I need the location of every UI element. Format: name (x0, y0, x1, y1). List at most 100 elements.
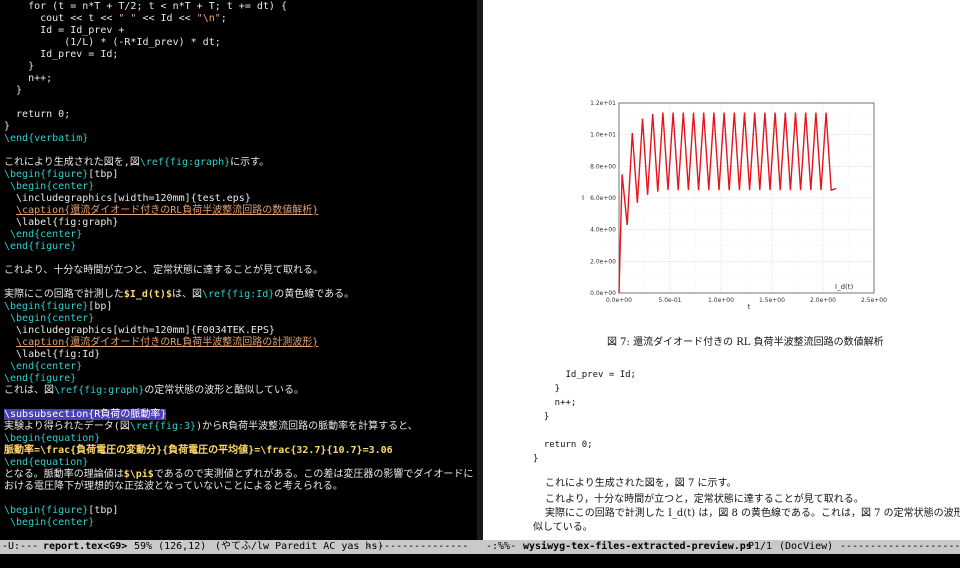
editor-line[interactable]: \end{center} (4, 361, 82, 373)
editor-line[interactable]: これにより生成された図を,図\ref{fig:graph}に示す。 (4, 157, 269, 169)
editor-text-segment: } (4, 85, 23, 96)
editor-line[interactable]: \caption{還流ダイオード付きのRL負荷半波整流回路の計測波形} (4, 337, 318, 349)
editor-text-segment: となる。脈動率の理論値は (4, 469, 124, 480)
editor-line[interactable]: \begin{center} (4, 181, 94, 193)
editor-line[interactable]: \end{verbatim} (4, 133, 88, 145)
left-modes[interactable]: (やてふ/lw Paredit AC yas hs) (215, 540, 383, 554)
left-position: 59% (126,12) (134, 541, 207, 552)
editor-line[interactable]: (1/L) * (-R*Id_prev) * dt; (4, 37, 221, 49)
doc-code-line: return 0; (533, 440, 593, 450)
editor-text-segment: cout << t << (4, 13, 119, 24)
editor-text-segment: \begin{center} (4, 313, 95, 324)
editor-text-segment: "\n" (196, 13, 221, 24)
editor-line[interactable]: } (4, 85, 22, 97)
editor-text-segment: \caption{還流ダイオード付きのRL負荷半波整流回路の計測波形} (16, 337, 319, 348)
editor-line[interactable]: n++; (4, 73, 52, 85)
editor-line[interactable]: \end{equation} (4, 457, 88, 469)
editor-line[interactable]: \begin{equation} (4, 433, 100, 445)
y-tick-label: 6.0e+00 (590, 195, 616, 202)
editor-line[interactable]: となる。脈動率の理論値は$\pi$であるので実測値とずれがある。この差は変圧器の… (4, 469, 473, 481)
editor-text-segment: [bp] (88, 301, 113, 312)
editor-text-segment: \end{figure} (4, 241, 77, 252)
editor-text-segment: 実際にこの回路で計測した (4, 289, 124, 300)
editor-line[interactable]: Id = Id_prev + (4, 25, 124, 37)
doc-body-line: これより，十分な時間が立つと，定常状態に達することが見て取れる。 (545, 494, 864, 505)
editor-line[interactable]: \includegraphics[width=120mm]{test.eps} (4, 193, 251, 205)
y-axis-label: I (582, 194, 584, 202)
editor-text-segment: \includegraphics[width=120mm]{F0034TEK.E… (4, 325, 275, 336)
editor-line[interactable]: cout << t << " " << Id << "\n"; (4, 13, 227, 25)
editor-text-segment: [tbp] (88, 169, 119, 180)
editor-text-segment: } (4, 61, 35, 72)
editor-text-segment: \end{figure} (4, 373, 77, 384)
editor-line[interactable]: for (t = n*T + T/2; t < n*T + T; t += dt… (4, 1, 287, 13)
editor-line[interactable]: 実際にこの回路で計測した$I_d(t)$は、図\ref{fig:Id}の黄色線で… (4, 289, 354, 301)
editor-line[interactable]: \end{figure} (4, 241, 76, 253)
right-buffer-name[interactable]: wysiwyg-tex-files-extracted-preview.ps (523, 540, 752, 554)
left-buffer-name[interactable]: report.tex<G9> (43, 540, 127, 554)
editor-line[interactable]: \subsubsection{R負荷の脈動率} (4, 409, 167, 421)
editor-line[interactable]: \begin{figure}[tbp] (4, 505, 118, 517)
chart-grid (618, 102, 875, 294)
editor-text-segment: ; (220, 13, 227, 24)
x-tick-label: 2.0e+00 (810, 297, 836, 304)
editor-line[interactable]: おける電圧降下が理想的な正弦波となっていないことによると考えられる。 (4, 481, 343, 493)
right-status: -:%%- (486, 541, 517, 552)
editor-text-segment: であるので実測値とずれがある。この差は変圧器の影響でダイオードに (153, 469, 474, 480)
editor-text-segment: \end{center} (4, 361, 83, 372)
editor-text-segment: } (4, 121, 11, 132)
editor-text-segment: に示す。 (230, 157, 270, 168)
editor-line[interactable]: \label{fig:graph} (4, 217, 118, 229)
editor-text-segment: \ref{fig:3} (129, 421, 197, 432)
editor-line[interactable]: 脈動率=\frac{負荷電圧の変動分}{負荷電圧の平均値}=\frac{32.7… (4, 445, 393, 457)
editor-line[interactable]: \label{fig:Id} (4, 349, 100, 361)
left-status: -U:--- (2, 541, 39, 552)
chart-ticks: 0.0e+00 5.0e-01 1.0e+00 1.5e+00 2.0e+00 2.5e+… (590, 100, 887, 304)
x-tick-label: 1.0e+00 (708, 297, 734, 304)
y-tick-label: 1.0e+01 (590, 132, 616, 139)
editor-line[interactable]: 実験より得られたデータ(図\ref{fig:3})からR負荷半波整流回路の脈動率… (4, 421, 418, 433)
doc-code-line: n++; (533, 398, 577, 408)
editor-line[interactable]: \end{center} (4, 229, 82, 241)
right-modes[interactable]: (DocView) (779, 540, 833, 554)
x-tick-label: 1.5e+00 (759, 297, 785, 304)
editor-line[interactable]: \begin{figure}[tbp] (4, 169, 118, 181)
editor-line[interactable]: これより、十分な時間が立つと、定常状態に達することが見て取れる。 (4, 265, 323, 277)
editor-text-segment: $\pi$ (123, 469, 154, 480)
editor-line[interactable]: \includegraphics[width=120mm]{F0034TEK.E… (4, 325, 275, 337)
editor-text-segment: \ref{fig:graph} (54, 385, 145, 396)
editor-text-segment: \begin{equation} (4, 433, 101, 444)
doc-body-line: これにより生成された図を，図 7 に示す。 (545, 478, 737, 489)
editor-text-segment: return 0; (4, 109, 71, 120)
editor-line[interactable]: これは、図\ref{fig:graph}の定常状態の波形と酷似している。 (4, 385, 304, 397)
editor-line[interactable]: \caption{還流ダイオード付きのRL負荷半波整流回路の数値解析} (4, 205, 318, 217)
editor-text-segment (4, 205, 16, 216)
y-tick-label: 0.0e+00 (590, 290, 616, 297)
editor-text-segment: これにより生成された図を,図 (4, 157, 140, 168)
x-tick-label: 5.0e-01 (658, 297, 681, 304)
editor-line[interactable]: \begin{center} (4, 517, 94, 529)
editor-text-segment: \label{fig:Id} (4, 349, 101, 360)
editor-line[interactable]: \begin{figure}[bp] (4, 301, 112, 313)
y-tick-label: 8.0e+00 (590, 163, 616, 170)
editor-line[interactable]: \end{figure} (4, 373, 76, 385)
docview-pane[interactable]: 0.0e+00 5.0e-01 1.0e+00 1.5e+00 2.0e+00 2.5e+… (483, 0, 960, 540)
editor-pane[interactable]: for (t = n*T + T/2; t < n*T + T; t += dt… (0, 0, 477, 540)
y-tick-label: 1.2e+01 (590, 100, 616, 107)
editor-line[interactable]: \begin{center} (4, 313, 94, 325)
editor-line[interactable]: return 0; (4, 109, 70, 121)
editor-text-segment: 実験より得られたデータ(図 (4, 421, 130, 432)
editor-text-segment: $I_d(t)$ (123, 289, 172, 300)
editor-line[interactable]: Id_prev = Id; (4, 49, 118, 61)
editor-text-segment: これは、図 (4, 385, 54, 396)
editor-text-segment: \includegraphics[width=120mm]{test.eps} (4, 193, 251, 204)
editor-line[interactable]: } (4, 61, 34, 73)
editor-text-segment: )からR負荷半波整流回路の脈動率を計算すると、 (196, 421, 418, 432)
right-page: P1/1 (748, 541, 773, 552)
y-tick-label: 4.0e+00 (590, 227, 616, 234)
minibuffer[interactable] (0, 554, 960, 568)
editor-text-segment: の定常状態の波形と酷似している。 (144, 385, 305, 396)
editor-line[interactable]: } (4, 121, 10, 133)
editor-text-segment (4, 337, 16, 348)
doc-body-line: 似している。 (533, 522, 593, 533)
